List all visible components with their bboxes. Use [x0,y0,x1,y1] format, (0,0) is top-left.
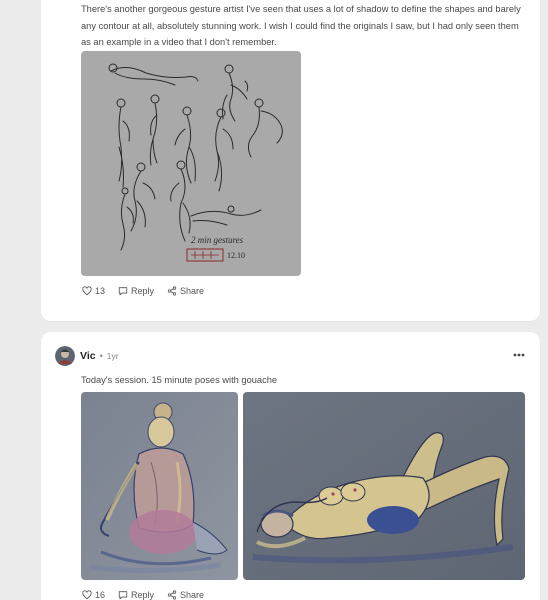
share-button[interactable]: Share [167,286,204,296]
share-label: Share [180,590,205,600]
comment-actions: 13 Reply Share [82,286,217,296]
comment-header: Vic • 1yr [55,346,119,366]
comment-text: Today's session. 15 minute poses with go… [81,375,278,385]
heart-icon [82,286,92,296]
meta-separator: • [99,351,103,361]
share-icon [167,286,177,296]
comment-card: There's another gorgeous gesture artist … [41,0,540,321]
like-count: 16 [95,590,106,600]
sketch-caption: 2 min gestures [191,235,244,245]
speech-bubble-icon [118,591,128,600]
comment-actions: 16 Reply Share [82,590,217,600]
seated-figure-painting[interactable] [81,392,238,580]
more-horizontal-icon [513,353,525,357]
reply-label: Reply [131,590,155,600]
comment-text: There's another gorgeous gesture artist … [81,4,521,47]
reply-label: Reply [131,286,155,296]
like-button[interactable]: 13 [82,286,105,296]
like-count: 13 [95,286,106,296]
reclining-figure-painting[interactable] [243,392,525,580]
timestamp: 1yr [106,351,119,361]
reply-button[interactable]: Reply [118,590,154,600]
more-options-button[interactable] [512,348,526,362]
reply-button[interactable]: Reply [118,286,154,296]
sketch-date: 12.10 [227,251,245,260]
like-button[interactable]: 16 [82,590,105,600]
share-icon [167,590,177,600]
heart-icon [82,590,92,600]
avatar-image [55,346,75,366]
comment-card: Vic • 1yr Today's session. 15 minute pos… [41,332,540,600]
avatar[interactable] [55,346,75,366]
gesture-sketch-image[interactable]: 2 min gestures 12.10 [81,51,301,276]
speech-bubble-icon [118,287,128,296]
share-label: Share [180,286,205,296]
author-name[interactable]: Vic [80,350,96,362]
share-button[interactable]: Share [167,590,204,600]
